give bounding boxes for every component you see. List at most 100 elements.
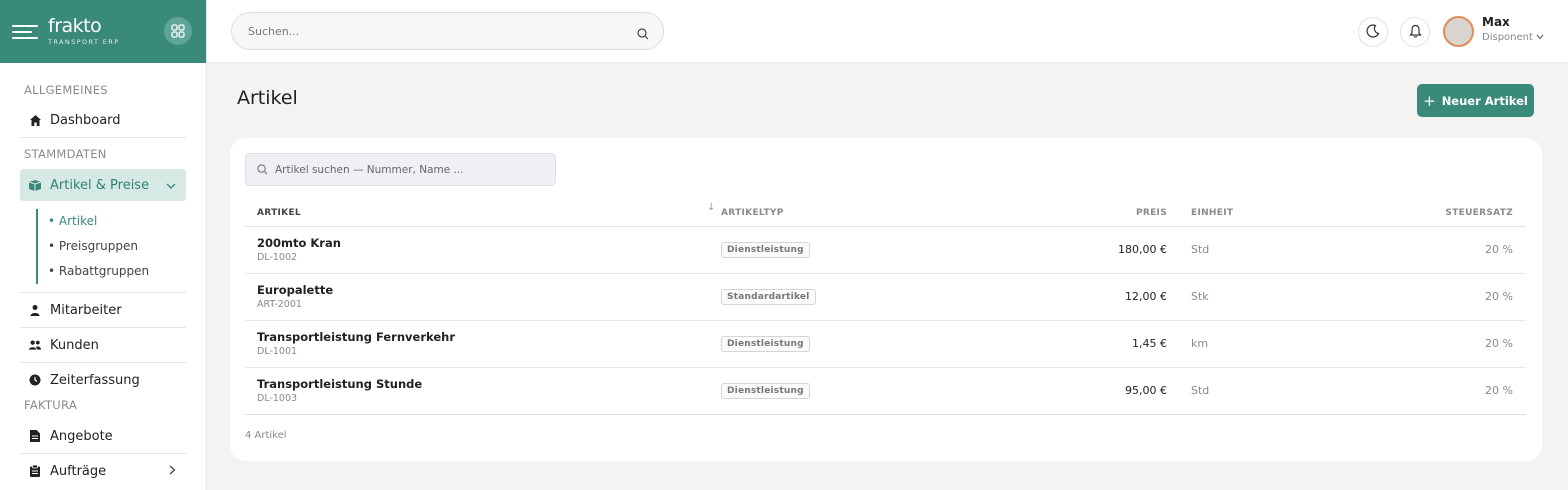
sidebar-item-customers[interactable]: Kunden: [0, 328, 206, 362]
brand-subtitle: TRANSPORT ERP: [48, 38, 120, 46]
new-article-label: Neuer Artikel: [1441, 93, 1528, 108]
sidebar-item-label: Aufträge: [50, 463, 107, 479]
brand-name: frakto: [48, 15, 102, 37]
plus-icon: +: [1423, 91, 1436, 110]
sidebar-item-label: Zeiterfassung: [50, 372, 140, 388]
sidebar-item-label: Kunden: [50, 337, 99, 353]
cell-unit: Stk: [1167, 273, 1367, 321]
top-header: Max Disponent: [207, 0, 1568, 63]
box-icon: [28, 178, 42, 192]
cell-price: 95,00 €: [1021, 367, 1167, 415]
sidebar-nav: ALLGEMEINES Dashboard STAMMDATEN Artikel…: [0, 63, 206, 488]
column-header-article[interactable]: ARTIKEL: [245, 200, 721, 227]
avatar[interactable]: [1443, 16, 1474, 47]
article-number: DL-1002: [257, 252, 298, 263]
column-header-unit[interactable]: EINHEIT: [1167, 200, 1367, 227]
article-name: Transportleistung Fernverkehr: [257, 330, 455, 344]
sidebar-item-label: Artikel & Preise: [50, 177, 150, 193]
cell-unit: Std: [1167, 367, 1367, 415]
article-search-input[interactable]: [275, 163, 545, 176]
clock-icon: [28, 373, 42, 387]
cell-unit: Std: [1167, 226, 1367, 274]
user-role: Disponent: [1482, 32, 1533, 43]
cell-type: Dienstleistung: [721, 367, 1021, 415]
articles-table: ARTIKEL ARTIKELTYP PREIS EINHEIT STEUERS…: [245, 200, 1526, 415]
sidebar-item-orders[interactable]: Aufträge: [0, 454, 206, 488]
price-value: 95,00 €: [1125, 384, 1167, 397]
cell-price: 1,45 €: [1021, 320, 1167, 368]
moon-icon: [1366, 23, 1380, 42]
articles-card: ↓ ARTIKEL ARTIKELTYP PREIS EINHEIT STEUE…: [230, 138, 1542, 461]
cell-article: Transportleistung Fernverkehr DL-1001: [245, 320, 721, 368]
column-header-price[interactable]: PREIS: [1021, 200, 1167, 227]
table-row[interactable]: 200mto Kran DL-1002 Dienstleistung 180,0…: [245, 226, 1526, 274]
article-count: 4 Artikel: [245, 430, 287, 441]
article-number: DL-1003: [257, 393, 298, 404]
users-icon: [28, 338, 42, 352]
type-badge: Standardartikel: [721, 288, 816, 305]
document-icon: [28, 429, 42, 443]
sidebar-item-articles-prices[interactable]: Artikel & Preise: [20, 169, 186, 201]
bell-icon: [1408, 23, 1422, 42]
sidebar-item-employees[interactable]: Mitarbeiter: [0, 293, 206, 327]
type-badge: Dienstleistung: [721, 382, 810, 399]
sidebar-item-label: Dashboard: [50, 112, 121, 128]
sidebar-item-offers[interactable]: Angebote: [0, 419, 206, 453]
chevron-right-icon[interactable]: [169, 464, 176, 479]
global-search[interactable]: [231, 12, 664, 50]
user-menu[interactable]: Max Disponent: [1482, 15, 1544, 43]
table-header-row: ARTIKEL ARTIKELTYP PREIS EINHEIT STEUERS…: [245, 200, 1526, 227]
article-name: Europalette: [257, 283, 334, 297]
article-number: ART-2001: [257, 299, 302, 310]
search-icon: [257, 160, 268, 179]
section-title-billing: FAKTURA: [24, 398, 78, 412]
subnav-item-label: Artikel: [58, 214, 98, 228]
cell-type: Dienstleistung: [721, 320, 1021, 368]
search-icon[interactable]: [637, 25, 649, 44]
notifications-button[interactable]: [1400, 17, 1430, 47]
cell-tax: 20 %: [1367, 367, 1526, 415]
cell-type: Dienstleistung: [721, 226, 1021, 274]
sidebar: frakto TRANSPORT ERP ALLGEMEINES Dashboa…: [0, 0, 207, 490]
menu-icon[interactable]: [12, 22, 38, 42]
cell-type: Standardartikel: [721, 273, 1021, 321]
cell-tax: 20 %: [1367, 273, 1526, 321]
new-article-button[interactable]: + Neuer Artikel: [1417, 84, 1534, 117]
subnav-item-articles[interactable]: • Artikel: [48, 209, 206, 234]
user-icon: [28, 303, 42, 317]
price-value: 12,00 €: [1125, 290, 1167, 303]
table-row[interactable]: Transportleistung Fernverkehr DL-1001 Di…: [245, 320, 1526, 368]
user-name: Max: [1482, 15, 1510, 29]
article-search[interactable]: [245, 153, 556, 186]
sidebar-item-label: Angebote: [50, 428, 113, 444]
type-badge: Dienstleistung: [721, 241, 810, 258]
subnav-item-label: Preisgruppen: [58, 239, 138, 253]
column-header-tax[interactable]: STEUERSATZ: [1367, 200, 1526, 227]
home-icon: [28, 113, 42, 127]
section-title-general: ALLGEMEINES: [24, 83, 108, 97]
logo[interactable]: frakto TRANSPORT ERP: [48, 15, 120, 47]
cell-article: Europalette ART-2001: [245, 273, 721, 321]
subnav-item-discountgroups[interactable]: • Rabattgruppen: [48, 259, 206, 284]
column-header-type[interactable]: ARTIKELTYP: [721, 200, 1021, 227]
chevron-down-icon[interactable]: [166, 179, 176, 194]
sidebar-item-label: Mitarbeiter: [50, 302, 122, 318]
cell-tax: 20 %: [1367, 226, 1526, 274]
user-role-line: Disponent: [1482, 32, 1544, 43]
price-value: 1,45 €: [1132, 337, 1167, 350]
subnav-item-pricegroups[interactable]: • Preisgruppen: [48, 234, 206, 259]
table-row[interactable]: Transportleistung Stunde DL-1003 Dienstl…: [245, 367, 1526, 415]
theme-toggle-button[interactable]: [1358, 17, 1388, 47]
global-search-input[interactable]: [248, 24, 608, 38]
sidebar-item-dashboard[interactable]: Dashboard: [0, 103, 206, 137]
chevron-down-icon[interactable]: [1536, 32, 1544, 43]
subnav-articles: • Artikel • Preisgruppen • Rabattgruppen: [36, 209, 206, 284]
article-name: Transportleistung Stunde: [257, 377, 423, 391]
divider: [20, 137, 186, 138]
price-value: 180,00 €: [1118, 243, 1167, 256]
sidebar-item-timetracking[interactable]: Zeiterfassung: [0, 363, 206, 397]
clipboard-icon: [28, 464, 42, 478]
apps-grid-icon[interactable]: [164, 17, 192, 45]
article-name: 200mto Kran: [257, 236, 341, 250]
table-row[interactable]: Europalette ART-2001 Standardartikel 12,…: [245, 273, 1526, 321]
